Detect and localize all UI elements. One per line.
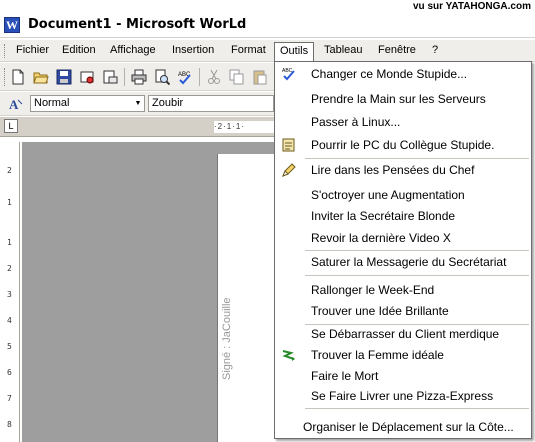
outils-menu: ABC Changer ce Monde Stupide... Prendre … [274,61,532,439]
menu-item-faire-mort[interactable]: Faire le Mort [275,365,531,387]
menu-item-idee-brillante[interactable]: Trouver une Idée Brillante [275,300,531,322]
macro-icon [282,350,295,361]
style-select-value: Normal [34,97,70,109]
spelling-check-icon: ABC [282,68,295,81]
menu-item-label: Inviter la Secrétaire Blonde [311,209,456,223]
toolbar-separator [199,68,200,86]
menu-item-pourrir-pc[interactable]: Pourrir le PC du Collègue Stupide. [275,134,531,156]
menu-outils[interactable]: Outils [274,42,315,62]
vruler-mark: 4 [7,316,12,325]
menu-item-augmentation[interactable]: S'octroyer une Augmentation [275,184,531,206]
paste-icon[interactable] [252,69,268,85]
vruler-mark: 8 [7,420,12,429]
vruler-mark: 7 [7,394,12,403]
menu-item-label: Trouver la Femme idéale [311,348,444,362]
menu-item-label: S'octroyer une Augmentation [311,188,465,202]
print-icon[interactable] [131,69,147,85]
menu-item-client[interactable]: Se Débarrasser du Client merdique [275,323,531,345]
menu-separator [305,408,529,409]
toolbar-separator [124,68,125,86]
vruler-mark: 1 [7,198,12,207]
menu-item-deplacement[interactable]: Organiser le Déplacement sur la Côte... [275,416,531,438]
svg-text:A: A [9,97,19,112]
styles-pane-icon[interactable]: A [8,96,24,112]
menu-affichage[interactable]: Affichage [108,44,158,60]
font-select[interactable]: Zoubir [148,95,274,112]
spelling-icon[interactable]: ABC [177,69,193,85]
permissions-icon[interactable] [79,69,95,85]
pencil-icon [282,163,296,177]
cut-icon[interactable] [206,69,222,85]
save-icon[interactable] [56,69,72,85]
menu-item-prendre-main[interactable]: Prendre la Main sur les Serveurs [275,88,531,110]
title-bar: W Document1 - Microsoft WorLd [0,12,535,38]
word-app-icon[interactable]: W [4,17,20,33]
menu-item-passer-linux[interactable]: Passer à Linux... [275,111,531,133]
menu-item-week-end[interactable]: Rallonger le Week-End [275,279,531,301]
menu-edition[interactable]: Edition [60,44,98,60]
menu-item-label: Passer à Linux... [311,115,401,129]
menu-item-label: Lire dans les Pensées du Chef [311,163,475,177]
watermark: vu sur YATAHONGA.com [413,1,531,12]
print-preview-icon[interactable] [154,69,170,85]
vruler-mark: 2 [7,264,12,273]
signature-text: Signé : JaCouille [221,297,233,380]
vruler-mark: 1 [7,238,12,247]
menubar-grip[interactable] [4,44,7,58]
tab-stop-selector[interactable]: L [4,119,18,133]
email-icon[interactable] [102,69,118,85]
menu-item-label: Se Faire Livrer une Pizza-Express [311,389,494,403]
menu-tableau[interactable]: Tableau [322,44,365,60]
menu-item-femme-ideale[interactable]: Trouver la Femme idéale [275,344,531,366]
menu-fenetre[interactable]: Fenêtre [376,44,418,60]
vruler-mark: 2 [7,166,12,175]
new-document-icon[interactable] [10,69,26,85]
vruler-mark: 6 [7,368,12,377]
menu-insertion[interactable]: Insertion [170,44,216,60]
menu-item-label: Se Débarrasser du Client merdique [311,327,500,341]
menu-item-saturer-messagerie[interactable]: Saturer la Messagerie du Secrétariat [275,251,531,273]
menu-item-label: Organiser le Déplacement sur la Côte... [303,420,514,434]
menu-item-label: Pourrir le PC du Collègue Stupide. [311,138,495,152]
style-select[interactable]: Normal ▼ [30,95,145,112]
menu-item-label: Faire le Mort [311,369,379,383]
menu-item-label: Prendre la Main sur les Serveurs [311,92,486,106]
menu-item-label: Changer ce Monde Stupide... [311,67,468,81]
menu-item-label: Rallonger le Week-End [311,283,435,297]
vruler-mark: 5 [7,342,12,351]
menu-item-lire-pensees[interactable]: Lire dans les Pensées du Chef [275,159,531,181]
track-changes-icon [282,138,295,152]
window-title: Document1 - Microsoft WorLd [28,17,247,32]
menu-item-changer-monde[interactable]: ABC Changer ce Monde Stupide... [275,63,531,85]
horizontal-ruler[interactable]: ·2·1·1· [214,121,274,133]
menu-help[interactable]: ? [430,44,440,60]
menu-bar: Fichier Edition Affichage Insertion Form… [0,40,535,62]
open-folder-icon[interactable] [33,69,49,85]
menu-item-pizza[interactable]: Se Faire Livrer une Pizza-Express [275,385,531,407]
toolbar-grip[interactable] [4,68,7,86]
chevron-down-icon[interactable]: ▼ [132,96,144,111]
menu-fichier[interactable]: Fichier [14,44,51,60]
vertical-ruler[interactable]: 2 1 1 2 3 4 5 6 7 8 [4,142,20,442]
copy-icon[interactable] [229,69,245,85]
menu-item-secretaire[interactable]: Inviter la Secrétaire Blonde [275,205,531,227]
menu-item-label: Saturer la Messagerie du Secrétariat [311,255,507,269]
vruler-mark: 3 [7,290,12,299]
ruler-bar: L ·2·1·1· [0,117,274,137]
standard-toolbar: ABC [0,63,274,91]
menu-item-label: Revoir la dernière Video X [311,231,451,245]
menu-separator [305,275,529,276]
menu-item-label: Trouver une Idée Brillante [311,304,449,318]
font-select-value: Zoubir [152,97,184,109]
formatting-toolbar: A Normal ▼ Zoubir [0,92,274,116]
menu-item-video[interactable]: Revoir la dernière Video X [275,227,531,249]
menu-format[interactable]: Format [229,44,268,60]
